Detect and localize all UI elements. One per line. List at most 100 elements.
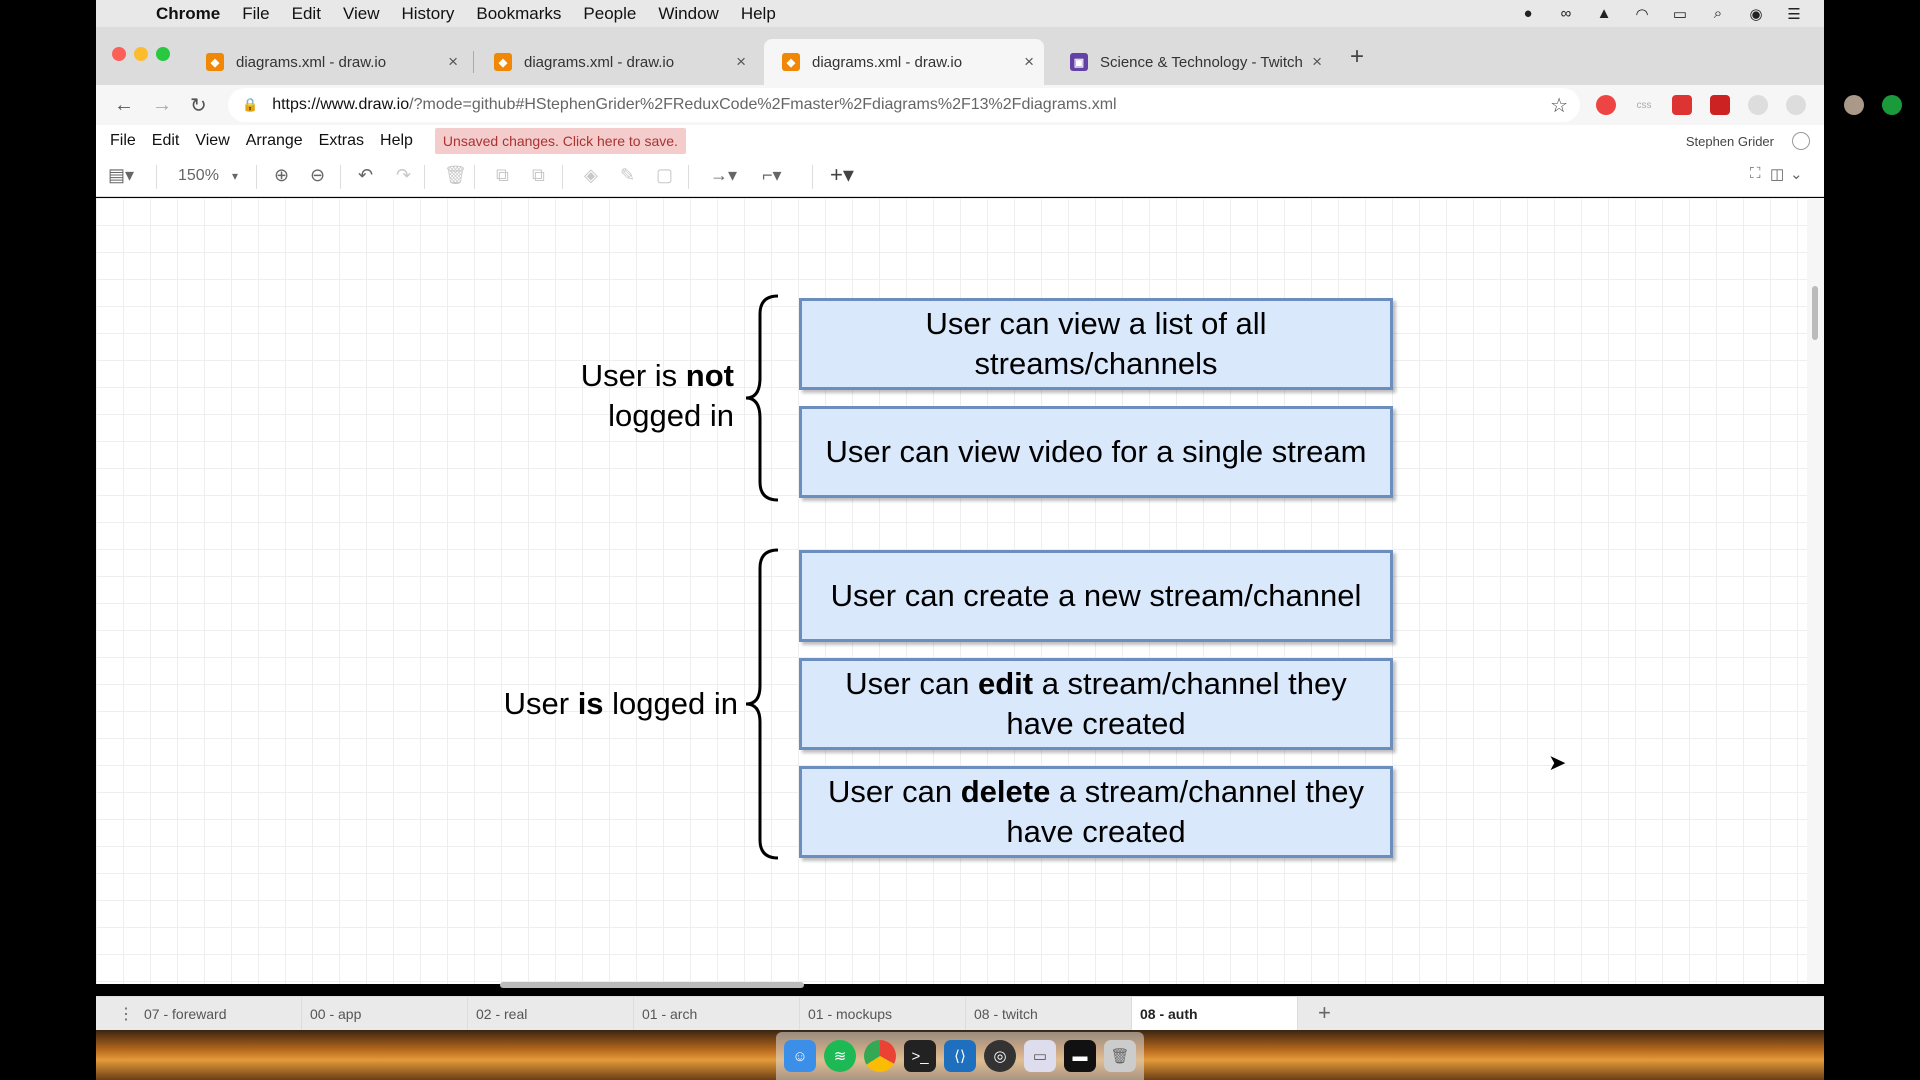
chrome-icon[interactable]	[864, 1040, 896, 1072]
tab-close-icon[interactable]: ×	[1024, 52, 1034, 72]
extension-icon[interactable]	[1786, 95, 1806, 115]
insert-plus-icon[interactable]: +▾	[830, 162, 854, 188]
drawio-menu-edit[interactable]: Edit	[152, 132, 180, 150]
wifi-icon[interactable]: ◠	[1632, 5, 1652, 23]
new-tab-plus-icon[interactable]: +	[1350, 43, 1364, 71]
screen-recorder-icon[interactable]: ▬	[1064, 1040, 1096, 1072]
reload-icon[interactable]: ↻	[190, 93, 212, 118]
extension-icon[interactable]	[1882, 95, 1902, 115]
extension-icon[interactable]	[1596, 95, 1616, 115]
status-app-icon[interactable]: ●	[1518, 5, 1538, 23]
glasses-icon[interactable]: ∞	[1556, 5, 1576, 23]
drawio-menu-view[interactable]: View	[195, 132, 229, 150]
fullscreen-icon[interactable]: ⛶	[1750, 165, 1761, 182]
label-not-logged-in[interactable]: User is not logged in	[426, 356, 734, 436]
curly-brace-top[interactable]	[732, 294, 782, 504]
bookmark-star-icon[interactable]: ☆	[1550, 93, 1568, 118]
delete-icon[interactable]: 🗑	[444, 165, 467, 186]
browser-tab[interactable]: ◆ diagrams.xml - draw.io ×	[476, 39, 756, 85]
spotlight-search-icon[interactable]: ⌕	[1708, 5, 1728, 23]
line-color-icon[interactable]: ✎	[620, 165, 635, 186]
docker-icon[interactable]: ▲	[1594, 5, 1614, 23]
redo-icon[interactable]: ↷	[396, 165, 411, 186]
extension-icon[interactable]	[1710, 95, 1730, 115]
extension-icon[interactable]	[1748, 95, 1768, 115]
siri-icon[interactable]: ◉	[1746, 5, 1766, 23]
vertical-scrollbar-thumb[interactable]	[1812, 286, 1818, 340]
feature-box-view-list[interactable]: User can view a list of all streams/chan…	[799, 298, 1393, 390]
tab-close-icon[interactable]: ×	[448, 52, 458, 72]
feature-box-delete[interactable]: User can delete a stream/channel they ha…	[799, 766, 1393, 858]
menu-view[interactable]: View	[343, 4, 380, 24]
feature-box-edit[interactable]: User can edit a stream/channel they have…	[799, 658, 1393, 750]
lock-icon[interactable]: 🔒	[242, 97, 258, 113]
curly-brace-bottom[interactable]	[732, 548, 782, 862]
menu-history[interactable]: History	[401, 4, 454, 24]
spotify-icon[interactable]: ≋	[824, 1040, 856, 1072]
to-front-icon[interactable]: ⧉	[496, 165, 509, 186]
forward-arrow-icon[interactable]: →	[152, 94, 174, 117]
address-bar[interactable]: 🔒 https://www.draw.io/?mode=github#HStep…	[228, 88, 1580, 122]
diagram-canvas[interactable]: User is not logged in User is logged in …	[96, 198, 1807, 984]
menu-app-name[interactable]: Chrome	[156, 4, 220, 24]
connection-style-icon[interactable]: →▾	[710, 165, 737, 186]
menu-window[interactable]: Window	[658, 4, 718, 24]
page-tab[interactable]: 02 - real	[468, 997, 634, 1031]
feature-box-view-video[interactable]: User can view video for a single stream	[799, 406, 1393, 498]
undo-icon[interactable]: ↶	[358, 165, 373, 186]
zoom-in-icon[interactable]: ⊕	[274, 165, 289, 186]
page-tab[interactable]: 01 - arch	[634, 997, 800, 1031]
browser-tab[interactable]: ▣ Science & Technology - Twitch ×	[1052, 39, 1332, 85]
drawio-menu-extras[interactable]: Extras	[319, 132, 364, 150]
menu-edit[interactable]: Edit	[292, 4, 321, 24]
page-tab[interactable]: 08 - twitch	[966, 997, 1132, 1031]
user-name[interactable]: Stephen Grider	[1686, 134, 1774, 149]
tab-close-icon[interactable]: ×	[1312, 52, 1322, 72]
drawio-menu-help[interactable]: Help	[380, 132, 413, 150]
globe-icon[interactable]	[1792, 132, 1810, 150]
css-extension-icon[interactable]: css	[1634, 95, 1654, 115]
collapse-chevron-icon[interactable]: ⌄	[1790, 165, 1803, 183]
preview-icon[interactable]: ▭	[1024, 1040, 1056, 1072]
profile-avatar[interactable]	[1844, 95, 1864, 115]
obs-icon[interactable]: ◎	[984, 1040, 1016, 1072]
window-close-icon[interactable]	[112, 47, 126, 61]
pages-menu-icon[interactable]: ⋮	[118, 1004, 134, 1024]
tab-close-icon[interactable]: ×	[736, 52, 746, 72]
browser-tab[interactable]: ◆ diagrams.xml - draw.io ×	[188, 39, 468, 85]
drawio-menu-file[interactable]: File	[110, 132, 136, 150]
notification-list-icon[interactable]: ☰	[1784, 5, 1804, 23]
window-maximize-icon[interactable]	[156, 47, 170, 61]
page-tab[interactable]: 00 - app	[302, 997, 468, 1031]
horizontal-scrollbar-thumb[interactable]	[500, 982, 804, 988]
battery-icon[interactable]: ▭	[1670, 5, 1690, 23]
page-tab-active[interactable]: 08 - auth	[1132, 997, 1298, 1031]
unsaved-changes-button[interactable]: Unsaved changes. Click here to save.	[434, 128, 686, 154]
menu-file[interactable]: File	[242, 4, 269, 24]
trash-icon[interactable]: 🗑	[1104, 1040, 1136, 1072]
zoom-level-dropdown[interactable]: 150%	[178, 167, 219, 185]
window-minimize-icon[interactable]	[134, 47, 148, 61]
menu-bookmarks[interactable]: Bookmarks	[476, 4, 561, 24]
menu-people[interactable]: People	[583, 4, 636, 24]
vscode-icon[interactable]: ⟨⟩	[944, 1040, 976, 1072]
to-back-icon[interactable]: ⧉	[532, 165, 545, 186]
back-arrow-icon[interactable]: ←	[114, 94, 136, 117]
add-page-plus-icon[interactable]: +	[1318, 1000, 1331, 1026]
shadow-icon[interactable]: ▢	[656, 165, 673, 186]
browser-tab-active[interactable]: ◆ diagrams.xml - draw.io ×	[764, 39, 1044, 85]
feature-box-create[interactable]: User can create a new stream/channel	[799, 550, 1393, 642]
chevron-down-icon[interactable]: ▾	[232, 169, 238, 183]
drawio-menu-arrange[interactable]: Arrange	[246, 132, 303, 150]
page-tab[interactable]: 01 - mockups	[800, 997, 966, 1031]
zoom-out-icon[interactable]: ⊖	[310, 165, 325, 186]
terminal-icon[interactable]: >_	[904, 1040, 936, 1072]
format-panel-icon[interactable]: ◫	[1770, 165, 1784, 183]
fill-color-icon[interactable]: ◈	[584, 165, 598, 186]
label-logged-in[interactable]: User is logged in	[346, 684, 738, 724]
page-tab[interactable]: 07 - foreward	[136, 997, 302, 1031]
waypoints-icon[interactable]: ⌐▾	[762, 165, 782, 186]
panel-toggle-icon[interactable]: ▤▾	[108, 165, 134, 186]
menu-help[interactable]: Help	[741, 4, 776, 24]
finder-icon[interactable]: ☺	[784, 1040, 816, 1072]
